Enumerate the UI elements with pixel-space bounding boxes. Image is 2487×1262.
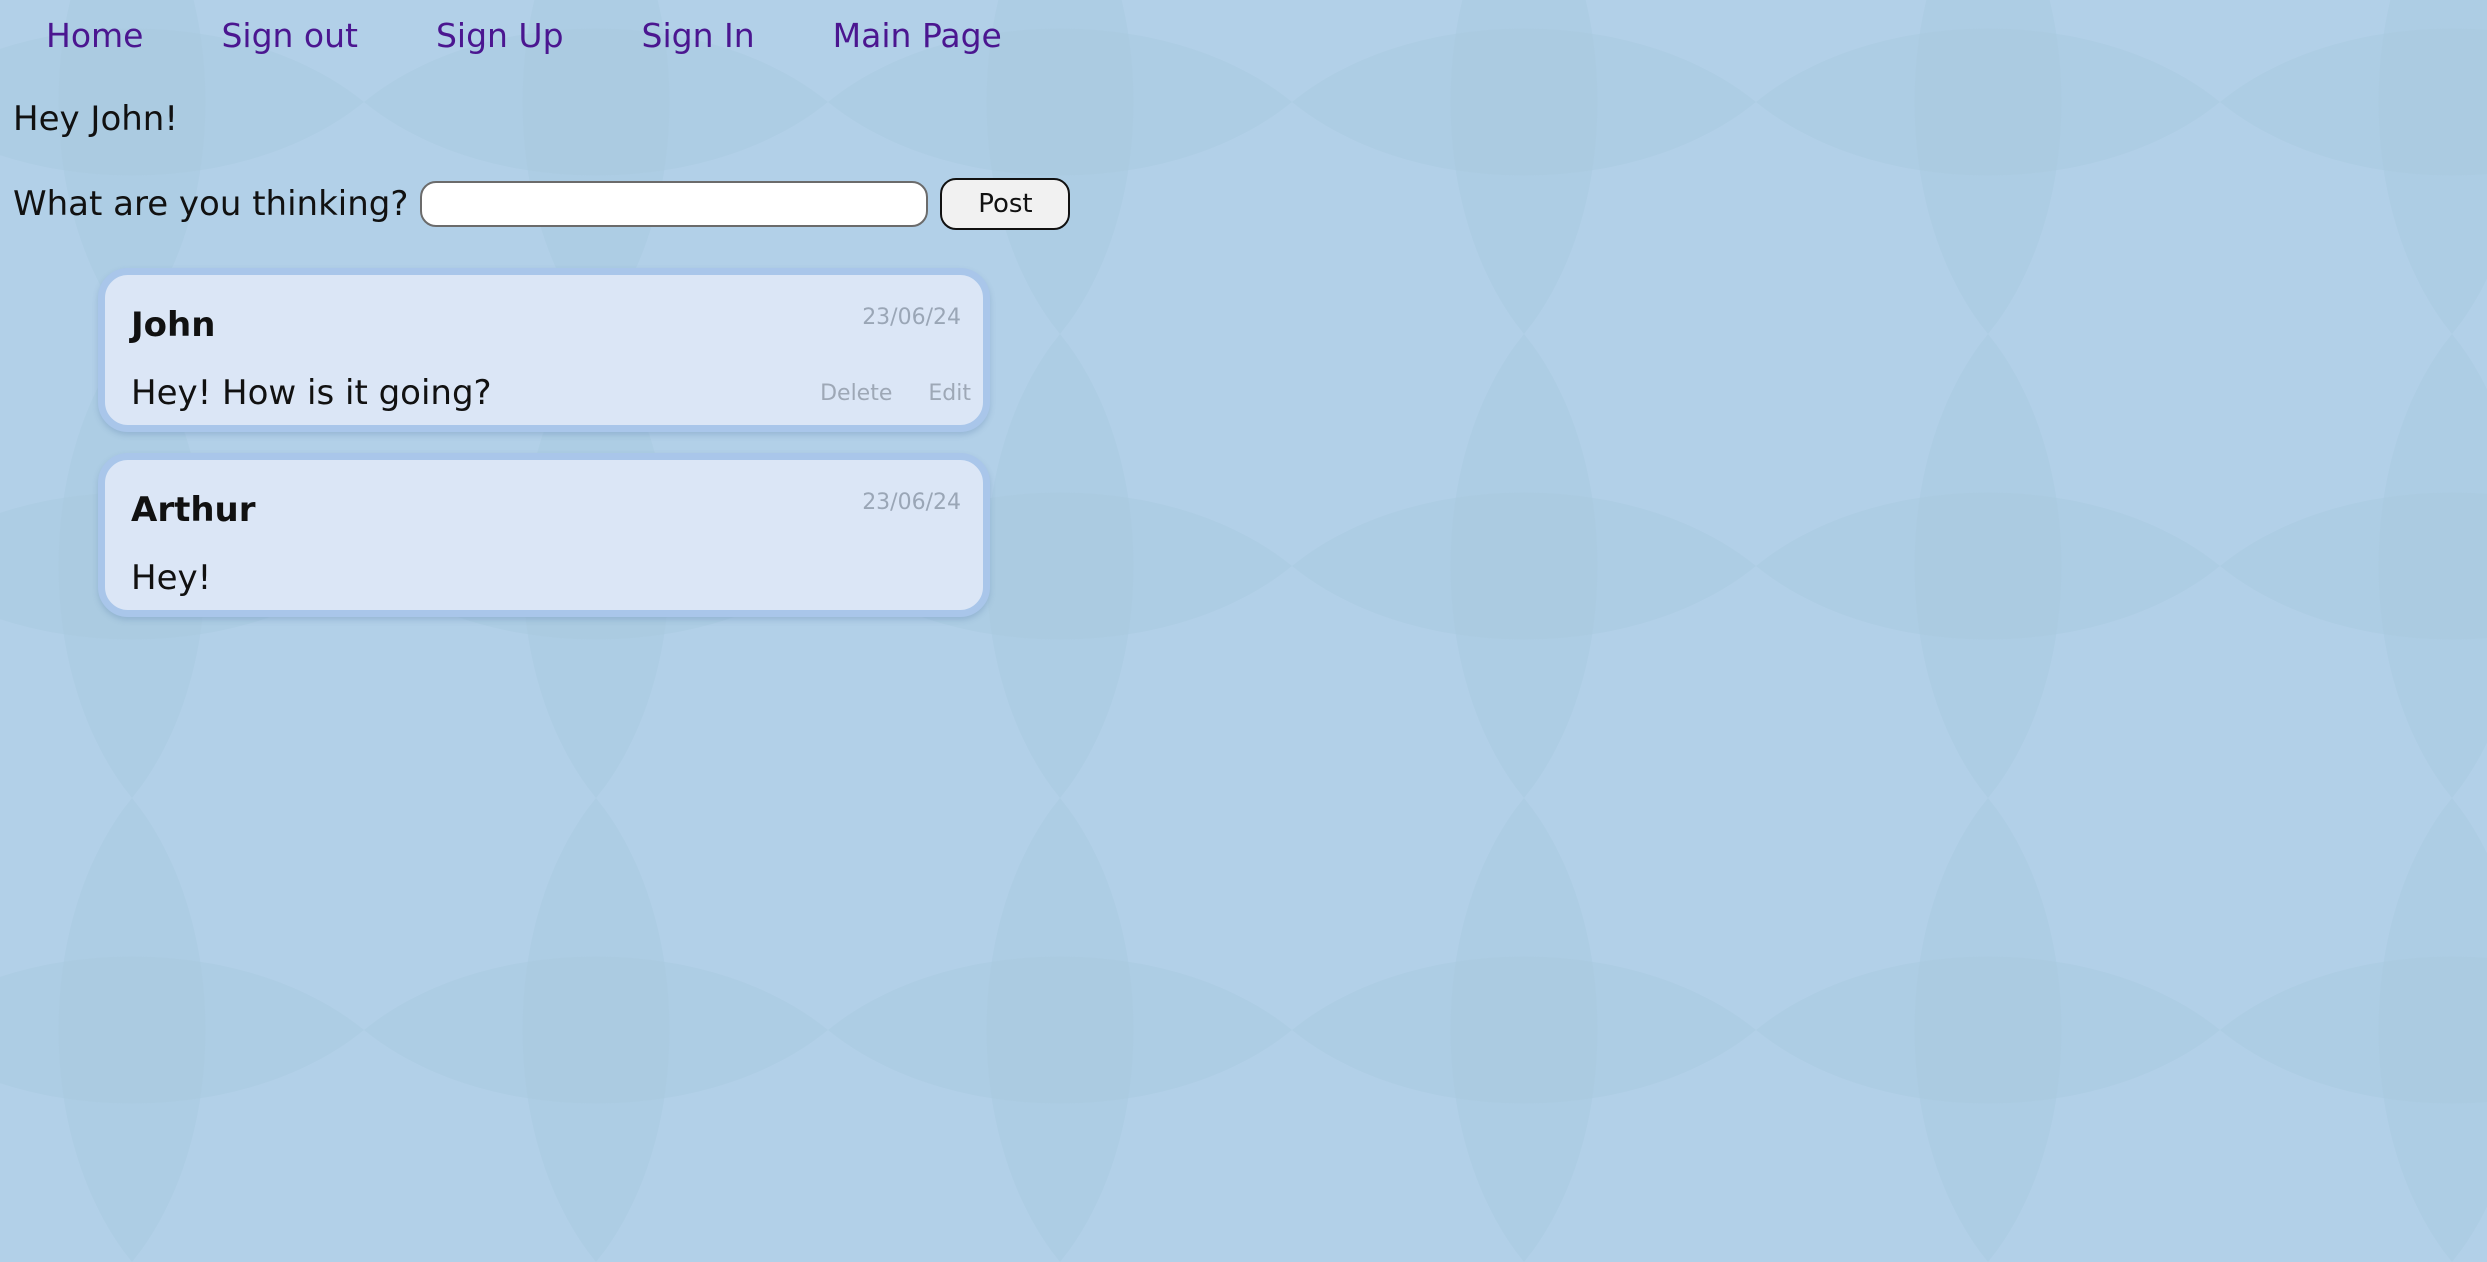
post-date: 23/06/24 bbox=[862, 490, 961, 515]
post-text: Hey! bbox=[131, 558, 212, 598]
post-date: 23/06/24 bbox=[862, 305, 961, 330]
post-card: John 23/06/24 Hey! How is it going? Dele… bbox=[98, 268, 990, 432]
nav-sign-in-link[interactable]: Sign In bbox=[642, 12, 755, 60]
post-author: John bbox=[131, 305, 216, 345]
post-actions: Delete Edit bbox=[820, 381, 971, 406]
post-feed: John 23/06/24 Hey! How is it going? Dele… bbox=[98, 268, 990, 638]
post-author: Arthur bbox=[131, 490, 256, 530]
post-button[interactable]: Post bbox=[940, 178, 1071, 230]
nav-sign-out-link[interactable]: Sign out bbox=[221, 12, 358, 60]
post-text-input[interactable] bbox=[420, 181, 929, 227]
greeting-text: Hey John! bbox=[13, 99, 178, 139]
post-text: Hey! How is it going? bbox=[131, 373, 492, 413]
nav-main-page-link[interactable]: Main Page bbox=[833, 12, 1002, 60]
nav-home-link[interactable]: Home bbox=[46, 12, 143, 60]
delete-post-button[interactable]: Delete bbox=[820, 381, 892, 406]
nav-sign-up-link[interactable]: Sign Up bbox=[436, 12, 564, 60]
top-nav: Home Sign out Sign Up Sign In Main Page bbox=[46, 12, 1080, 60]
post-card: Arthur 23/06/24 Hey! bbox=[98, 453, 990, 617]
post-composer: What are you thinking? Post bbox=[13, 176, 1071, 232]
edit-post-button[interactable]: Edit bbox=[928, 381, 971, 406]
post-composer-label: What are you thinking? bbox=[13, 184, 409, 224]
